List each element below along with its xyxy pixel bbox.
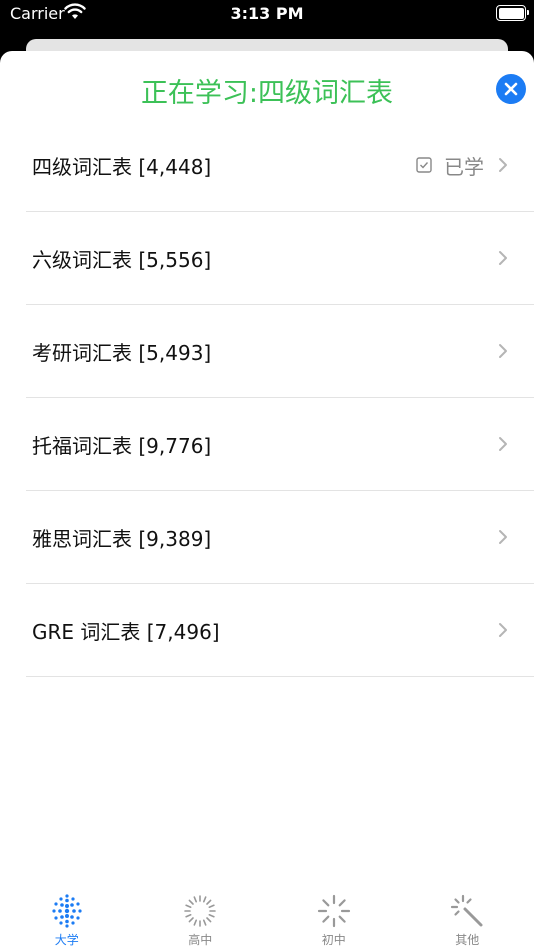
battery-icon [496, 5, 529, 21]
list-item-cet4[interactable]: 四级词汇表 [4,448] 已学 [26, 119, 534, 212]
tab-high-school[interactable]: 高中 [134, 889, 268, 950]
spinner-icon [317, 894, 350, 928]
list-item-gre[interactable]: GRE 词汇表 [7,496] [26, 584, 534, 677]
page-title: 正在学习:四级词汇表 [140, 78, 394, 109]
sheet-header: 正在学习:四级词汇表 [0, 51, 534, 126]
tab-label: 大学 [54, 933, 79, 947]
chevron-right-icon [499, 251, 507, 265]
learned-badge: 已学 [444, 154, 484, 179]
wordlist-sheet: 正在学习:四级词汇表 四级词汇表 [4,448] 已学 六级词汇表 [5,556… [0, 51, 534, 950]
list-item-label: GRE 词汇表 [7,496] [32, 619, 220, 644]
chevron-right-icon [499, 158, 507, 172]
checkbox-checked-icon [416, 157, 432, 173]
tab-other[interactable]: 其他 [401, 889, 534, 950]
tab-bar: 大学 高中 初中 其他 [0, 889, 534, 950]
list-item-ielts[interactable]: 雅思词汇表 [9,389] [26, 491, 534, 584]
clock: 3:13 PM [230, 4, 304, 23]
magic-wand-icon [451, 894, 483, 927]
list-item-label: 六级词汇表 [5,556] [32, 247, 212, 272]
tab-label: 初中 [321, 933, 346, 947]
wordlist-list: 四级词汇表 [4,448] 已学 六级词汇表 [5,556] 考研词汇表 [5,… [0, 119, 534, 677]
close-icon [504, 82, 518, 96]
chevron-right-icon [499, 530, 507, 544]
tab-label: 高中 [188, 933, 213, 947]
list-item-label: 四级词汇表 [4,448] [32, 154, 212, 179]
chevron-right-icon [499, 344, 507, 358]
list-item-label: 考研词汇表 [5,493] [32, 340, 212, 365]
ring-spinner-icon [184, 895, 217, 927]
tab-middle-school[interactable]: 初中 [267, 889, 401, 950]
list-item-cet6[interactable]: 六级词汇表 [5,556] [26, 212, 534, 305]
list-item-kaoyan[interactable]: 考研词汇表 [5,493] [26, 305, 534, 398]
chevron-right-icon [499, 623, 507, 637]
status-bar: Carrier 3:13 PM [0, 0, 534, 30]
list-item-toefl[interactable]: 托福词汇表 [9,776] [26, 398, 534, 491]
chevron-right-icon [499, 437, 507, 451]
list-item-label: 托福词汇表 [9,776] [32, 433, 212, 458]
tab-university[interactable]: 大学 [0, 889, 134, 950]
tab-label: 其他 [455, 933, 480, 947]
dots-grid-icon [52, 894, 82, 928]
close-button[interactable] [496, 74, 526, 104]
list-item-label: 雅思词汇表 [9,389] [32, 526, 212, 551]
